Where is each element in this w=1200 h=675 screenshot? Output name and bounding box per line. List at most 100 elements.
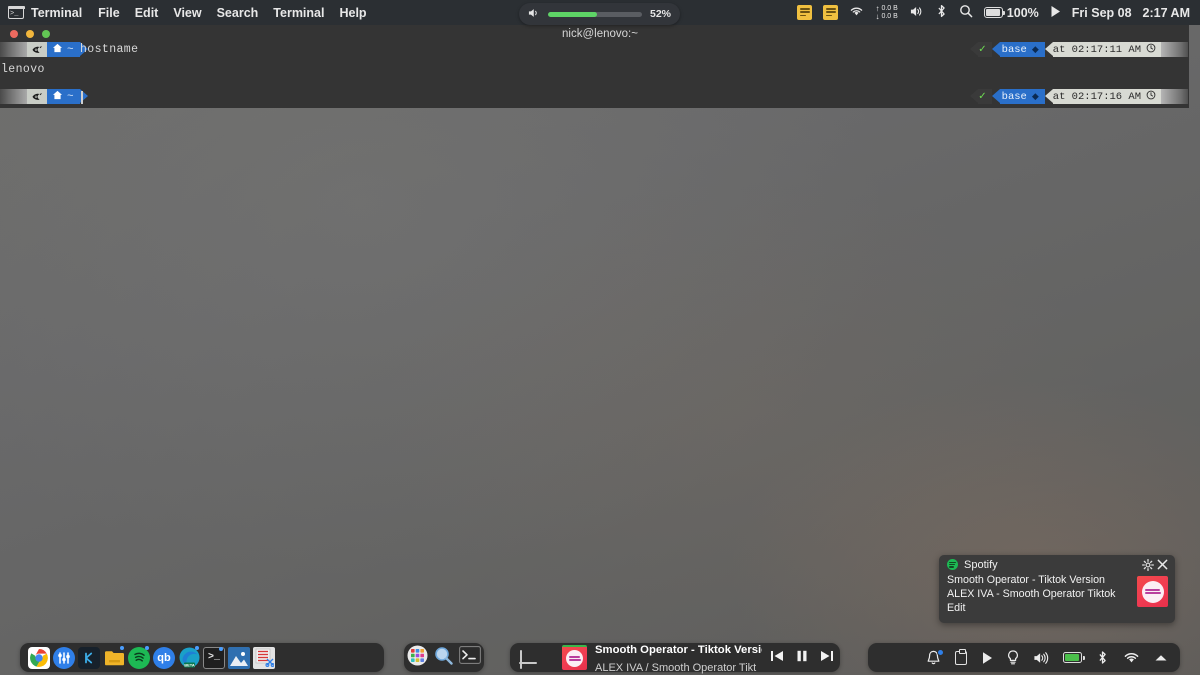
album-art xyxy=(562,645,587,670)
volume-level-fill xyxy=(548,11,597,17)
download-speed-value: 0.0 B xyxy=(881,12,898,20)
notification-bell-icon[interactable] xyxy=(926,648,944,666)
gear-icon[interactable] xyxy=(1141,558,1155,572)
dock-item-equalizer-app[interactable] xyxy=(53,646,75,669)
desktop: Terminal File Edit View Search Terminal … xyxy=(0,0,1200,675)
clipboard-icon[interactable] xyxy=(955,648,967,665)
conda-env-segment: base ◆ xyxy=(999,89,1045,104)
prompt-tail-gradient xyxy=(1161,42,1188,57)
search-icon[interactable] xyxy=(959,4,973,21)
battery-status[interactable]: 100% xyxy=(983,5,1039,20)
exit-status-icon: ✓ xyxy=(978,89,992,104)
terminal-cursor xyxy=(81,91,83,104)
volume-icon[interactable] xyxy=(1033,651,1049,665)
bluetooth-icon[interactable] xyxy=(1096,650,1109,665)
upload-speed-value: 0.0 B xyxy=(881,4,898,12)
media-track-title: Smooth Operator - Tiktok Version xyxy=(595,643,762,656)
dock-item-spotify[interactable] xyxy=(128,645,150,669)
search-magnifier-icon[interactable] xyxy=(434,646,453,670)
notification-app-name: Spotify xyxy=(964,558,998,571)
terminal-icon xyxy=(7,5,25,19)
terminal-window[interactable]: nick@lenovo:~ ~ hostname ✓ base ◆ at 02:… xyxy=(0,25,1189,108)
prompt-path-segment: ~ xyxy=(47,89,80,104)
dock-item-kdenlive[interactable] xyxy=(78,646,100,669)
battery-charging-icon[interactable] xyxy=(1063,652,1085,663)
volume-icon[interactable] xyxy=(909,5,924,21)
bluetooth-icon[interactable] xyxy=(935,4,948,21)
conda-env-segment: base ◆ xyxy=(999,42,1045,57)
prompt-right-arrow-icon xyxy=(970,42,979,56)
previous-track-button[interactable] xyxy=(770,650,784,665)
dock-item-image-viewer[interactable] xyxy=(228,646,250,669)
volume-slider[interactable] xyxy=(548,11,642,17)
prompt-gradient-segment xyxy=(0,42,27,57)
album-art xyxy=(1137,576,1168,607)
app-grid-icon[interactable] xyxy=(407,645,428,671)
prompt-left: ~ xyxy=(0,89,88,104)
dock-item-microsoft-edge-beta[interactable]: BETA xyxy=(178,645,200,669)
clock-icon xyxy=(1146,90,1156,104)
play-icon[interactable] xyxy=(981,651,993,665)
show-hidden-icons-icon[interactable] xyxy=(1154,653,1168,663)
menu-item-file[interactable]: File xyxy=(98,6,120,20)
network-speed-indicator[interactable]: ↑ ↓ 0.0 B 0.0 B xyxy=(875,4,897,21)
album-art-circle xyxy=(566,650,583,667)
next-track-button[interactable] xyxy=(820,650,834,665)
close-icon[interactable] xyxy=(1155,558,1169,572)
menu-item-view[interactable]: View xyxy=(173,6,201,20)
sticky-note-icon[interactable] xyxy=(797,5,813,20)
menubar-date[interactable]: Fri Sep 08 xyxy=(1072,6,1132,20)
svg-text:BETA: BETA xyxy=(184,663,195,668)
terminal-prompt-row: ~ hostname ✓ base ◆ at 02:17:11 AM xyxy=(0,42,1189,62)
running-indicator-dot xyxy=(195,645,199,650)
play-icon[interactable] xyxy=(1050,5,1061,21)
network-values: 0.0 B 0.0 B xyxy=(881,5,897,21)
terminal-icon[interactable] xyxy=(459,646,481,669)
media-track-artist: ALEX IVA / Smooth Operator Tikt xyxy=(595,661,757,674)
dock-item-qbittorrent[interactable]: qb xyxy=(153,646,175,669)
conda-env-label: base xyxy=(1001,90,1027,103)
pause-button[interactable] xyxy=(796,650,808,665)
system-tray[interactable] xyxy=(868,643,1180,672)
spotify-notification[interactable]: Spotify Smooth Operator - Tiktok Version… xyxy=(939,555,1175,623)
dock-item-file-manager[interactable] xyxy=(103,645,125,669)
battery-label: 100% xyxy=(1006,5,1039,20)
media-player-bar[interactable]: Smooth Operator - Tiktok Version ALEX IV… xyxy=(510,640,840,675)
menu-item-terminal[interactable]: Terminal xyxy=(273,6,324,20)
laptop-display-icon[interactable] xyxy=(519,650,537,669)
menu-item-edit[interactable]: Edit xyxy=(135,6,159,20)
menu-bar-left: Terminal File Edit View Search Terminal … xyxy=(0,5,382,20)
terminal-content[interactable]: ~ hostname ✓ base ◆ at 02:17:11 AM lenov… xyxy=(0,42,1189,109)
dock-item-screenshot-tool[interactable] xyxy=(253,646,275,669)
running-indicator-dot xyxy=(219,646,223,651)
media-metadata: Smooth Operator - Tiktok Version ALEX IV… xyxy=(595,640,762,675)
wifi-icon[interactable] xyxy=(849,5,864,20)
menubar-time[interactable]: 2:17 AM xyxy=(1143,6,1190,20)
brightness-bulb-icon[interactable] xyxy=(1007,650,1019,665)
prompt-time-label: at 02:17:11 AM xyxy=(1052,43,1141,56)
volume-percent-label: 52% xyxy=(649,8,671,20)
quick-launch-dock[interactable] xyxy=(404,643,484,672)
download-arrow-icon: ↓ xyxy=(875,11,880,21)
media-controls xyxy=(770,650,834,665)
prompt-path-label: ~ xyxy=(67,90,74,103)
dock-item-google-chrome[interactable] xyxy=(28,646,50,669)
terminal-title-bar[interactable]: nick@lenovo:~ xyxy=(0,25,1189,42)
wifi-icon[interactable] xyxy=(1123,651,1140,664)
home-icon xyxy=(52,90,63,104)
menu-item-search[interactable]: Search xyxy=(217,6,259,20)
prompt-time-arrow-icon xyxy=(1044,89,1053,103)
volume-osd: 52% xyxy=(519,3,680,25)
terminal-window-title: nick@lenovo:~ xyxy=(562,28,638,40)
home-icon xyxy=(52,43,63,57)
laptop-screen xyxy=(520,650,522,669)
application-dock[interactable]: qb BETA >_ xyxy=(20,643,384,672)
dock-item-terminal[interactable]: >_ xyxy=(203,646,225,669)
prompt-time-label: at 02:17:16 AM xyxy=(1052,90,1141,103)
menu-app-name[interactable]: Terminal xyxy=(31,6,82,20)
conda-badge-icon: ◆ xyxy=(1031,44,1039,55)
speaker-icon xyxy=(528,7,541,22)
laptop-base xyxy=(519,662,537,664)
menu-item-help[interactable]: Help xyxy=(339,6,366,20)
sticky-note-icon[interactable] xyxy=(823,5,839,20)
